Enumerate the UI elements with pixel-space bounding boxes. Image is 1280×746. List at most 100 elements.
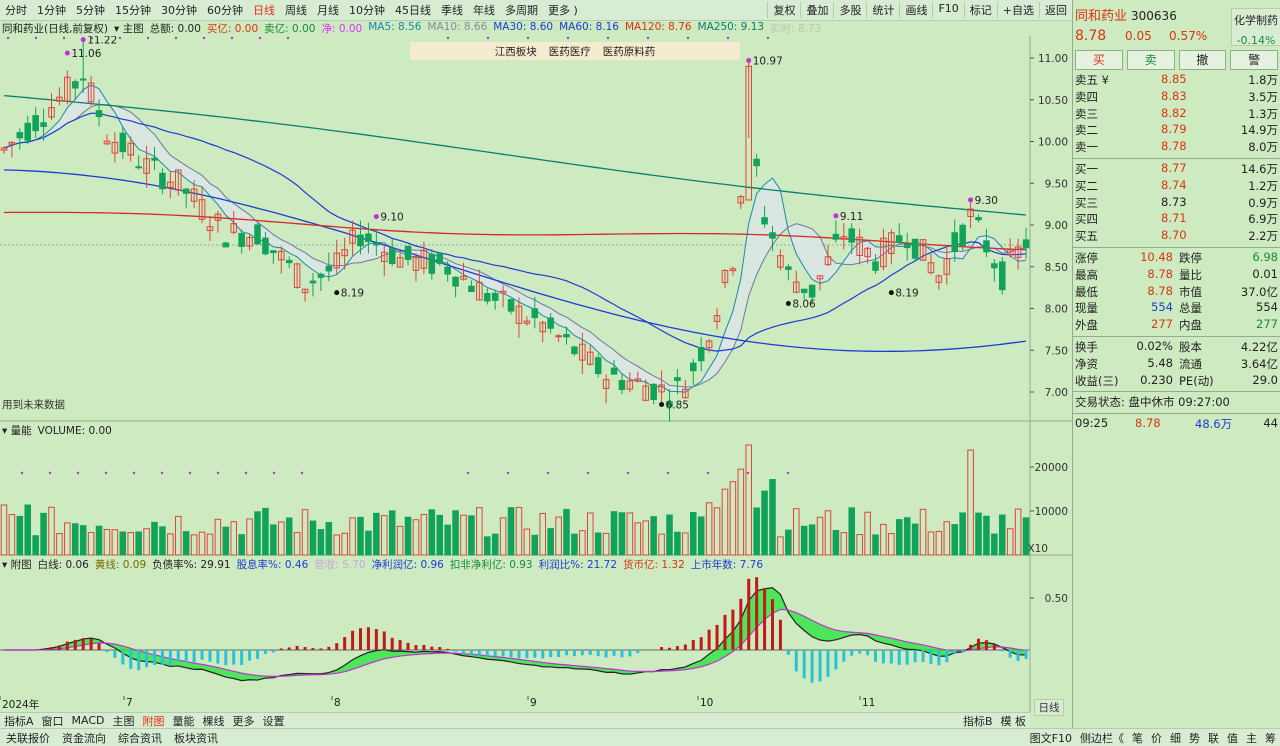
indicator-right-tab-0[interactable]: 指标B bbox=[959, 713, 997, 728]
status-right-item-1[interactable]: 侧边栏《 bbox=[1076, 730, 1128, 746]
status-right-item-4[interactable]: 细 bbox=[1166, 730, 1185, 746]
sub-indicator-dropdown[interactable]: ▾ 附图 bbox=[2, 557, 32, 572]
status-right-item-9[interactable]: 筹 bbox=[1261, 730, 1280, 746]
yellow-line-value: 黄线: 0.09 bbox=[94, 559, 147, 571]
volume-bar bbox=[444, 524, 451, 556]
volume-bar bbox=[159, 526, 166, 556]
volume-bar bbox=[452, 510, 459, 556]
status-tab-3[interactable]: 板块资讯 bbox=[168, 730, 224, 746]
period-tab-0[interactable]: 分时 bbox=[0, 2, 32, 18]
extreme-label: 11.06 bbox=[71, 48, 101, 60]
period-tab-9[interactable]: 10分钟 bbox=[344, 2, 390, 18]
candle-body bbox=[555, 335, 562, 338]
ma5-value: MA5: 8.56 bbox=[368, 21, 422, 33]
period-tab-11[interactable]: 季线 bbox=[436, 2, 468, 18]
buy-button[interactable]: 买 bbox=[1075, 50, 1123, 70]
indicator-tab-0[interactable]: 指标A bbox=[0, 713, 38, 728]
candle-body bbox=[24, 122, 32, 141]
status-right-item-2[interactable]: 笔 bbox=[1128, 730, 1147, 746]
kline-chart[interactable]: 11.00 10.50 10.00 9.50 9.00 8.50 8.00 7.50 7.00 2… bbox=[0, 36, 1072, 712]
period-label[interactable]: 日线 bbox=[1034, 699, 1064, 716]
status-tab-1[interactable]: 资金流向 bbox=[56, 730, 112, 746]
period-tab-13[interactable]: 多周期 bbox=[500, 2, 543, 18]
volume-bar bbox=[24, 504, 32, 556]
macd-bar bbox=[588, 650, 592, 655]
macd-bar bbox=[969, 644, 973, 650]
status-right-item-7[interactable]: 值 bbox=[1223, 730, 1242, 746]
volume-bar bbox=[547, 528, 554, 556]
order-volume: 1.2万 bbox=[1248, 178, 1278, 193]
cancel-button[interactable]: 撤 bbox=[1178, 50, 1227, 70]
extreme-marker bbox=[833, 213, 839, 219]
volume-bar bbox=[824, 510, 832, 556]
indicator-tab-2[interactable]: MACD bbox=[68, 714, 109, 727]
chart-title: 同和药业(日线,前复权) bbox=[2, 23, 109, 35]
top-action-6[interactable]: 标记 bbox=[963, 2, 997, 18]
top-action-5[interactable]: F10 bbox=[932, 2, 963, 18]
status-right-item-0[interactable]: 图文F10 bbox=[1026, 730, 1076, 746]
ma60-value: MA60: 8.16 bbox=[559, 21, 619, 33]
macd-bar bbox=[984, 640, 988, 650]
signal-dot bbox=[90, 36, 94, 40]
period-tab-14[interactable]: 更多 ) bbox=[543, 2, 583, 18]
candle-body bbox=[159, 172, 166, 190]
white-line-value: 白线: 0.06 bbox=[37, 559, 89, 571]
period-tab-10[interactable]: 45日线 bbox=[390, 2, 436, 18]
indicator-tab-3[interactable]: 主图 bbox=[109, 713, 139, 728]
stat-value: 0.01 bbox=[1252, 266, 1278, 281]
main-indicator-dropdown[interactable]: ▾ 主图 bbox=[114, 21, 144, 36]
period-tab-6[interactable]: 日线 bbox=[248, 2, 280, 18]
volume-bar bbox=[182, 531, 190, 556]
period-tab-12[interactable]: 年线 bbox=[468, 2, 500, 18]
candle-body bbox=[753, 158, 760, 167]
top-action-3[interactable]: 统计 bbox=[866, 2, 899, 18]
indicator-tab-6[interactable]: 棵线 bbox=[199, 713, 229, 728]
status-right-item-6[interactable]: 联 bbox=[1204, 730, 1223, 746]
period-tab-8[interactable]: 月线 bbox=[312, 2, 344, 18]
alert-button[interactable]: 警 bbox=[1230, 50, 1278, 70]
top-action-8[interactable]: 返回 bbox=[1039, 2, 1072, 18]
volume-bar bbox=[32, 535, 39, 556]
signal-dot bbox=[118, 36, 122, 40]
period-tab-3[interactable]: 15分钟 bbox=[110, 2, 156, 18]
top-action-0[interactable]: 复权 bbox=[767, 2, 800, 18]
macd-bar bbox=[929, 650, 933, 664]
top-action-1[interactable]: 叠加 bbox=[800, 2, 833, 18]
industry-badge[interactable]: 化学制药 -0.14% bbox=[1231, 8, 1280, 47]
indicator-tab-1[interactable]: 窗口 bbox=[38, 713, 68, 728]
indicator-tab-7[interactable]: 更多 bbox=[229, 713, 259, 728]
candle-body bbox=[761, 217, 768, 225]
period-tab-5[interactable]: 60分钟 bbox=[202, 2, 248, 18]
macd-bar bbox=[953, 650, 957, 655]
candle-body bbox=[32, 115, 39, 132]
order-row: 买一 8.77 14.6万 bbox=[1073, 161, 1280, 178]
indicator-tab-4[interactable]: 附图 bbox=[139, 713, 169, 728]
period-toolbar: 分时 1分钟 5分钟 15分钟 30分钟 60分钟 日线 周线 月线 10分钟 45日线 季线 年线 多周… bbox=[0, 0, 1072, 21]
top-action-2[interactable]: 多股 bbox=[833, 2, 866, 18]
status-right-item-5[interactable]: 势 bbox=[1185, 730, 1204, 746]
macd-bar bbox=[493, 650, 497, 657]
status-tab-2[interactable]: 综合资讯 bbox=[112, 730, 168, 746]
macd-bar bbox=[937, 650, 941, 666]
indicator-right-tab-1[interactable]: 模 板 bbox=[997, 713, 1031, 728]
top-action-7[interactable]: +自选 bbox=[996, 2, 1039, 18]
status-right-item-3[interactable]: 价 bbox=[1147, 730, 1166, 746]
candle-body bbox=[563, 333, 570, 338]
volume-value: VOLUME: 0.00 bbox=[37, 424, 112, 437]
period-tab-1[interactable]: 1分钟 bbox=[32, 2, 71, 18]
volume-indicator-dropdown[interactable]: ▾ 量能 bbox=[2, 423, 32, 438]
indicator-tab-5[interactable]: 量能 bbox=[169, 713, 199, 728]
status-tab-0[interactable]: 关联报价 bbox=[0, 730, 56, 746]
status-right-item-8[interactable]: 主 bbox=[1242, 730, 1261, 746]
indicator-tab-8[interactable]: 设置 bbox=[259, 713, 289, 728]
period-tab-2[interactable]: 5分钟 bbox=[71, 2, 110, 18]
volume-bar bbox=[602, 532, 610, 556]
price-tick-label: 9.50 bbox=[1045, 178, 1068, 190]
order-volume: 14.6万 bbox=[1240, 161, 1278, 176]
period-tab-7[interactable]: 周线 bbox=[280, 2, 312, 18]
candle-body bbox=[618, 380, 626, 391]
macd-bar bbox=[739, 598, 743, 650]
top-action-4[interactable]: 画线 bbox=[899, 2, 932, 18]
period-tab-4[interactable]: 30分钟 bbox=[156, 2, 202, 18]
sell-button[interactable]: 卖 bbox=[1126, 50, 1175, 70]
